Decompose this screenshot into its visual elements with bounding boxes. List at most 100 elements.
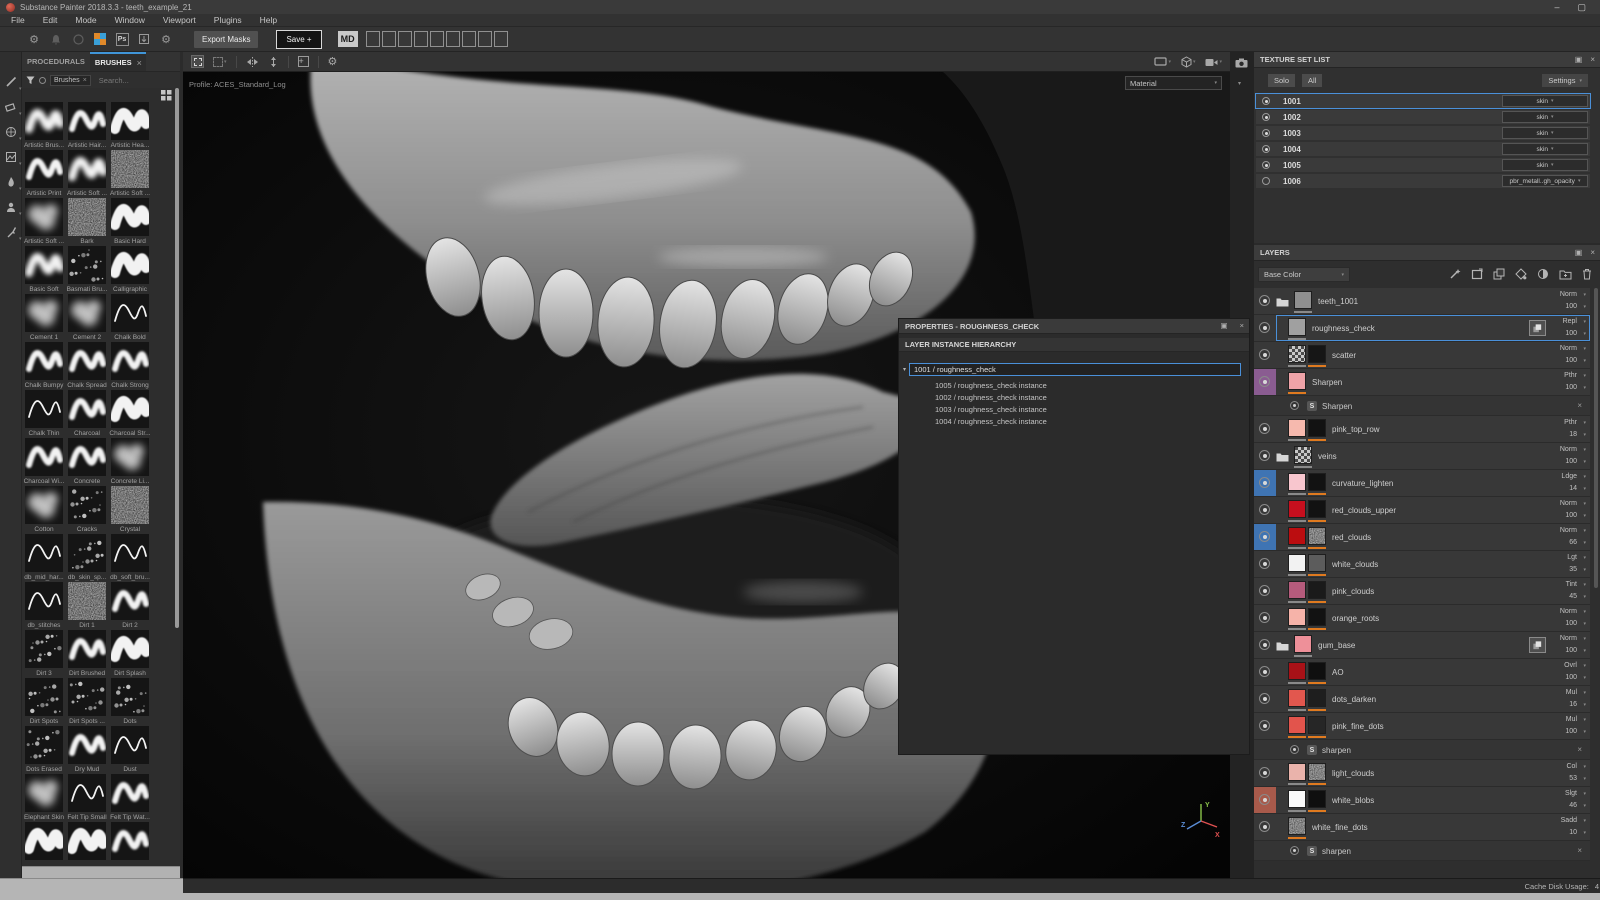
instance-row[interactable]: 1002 / roughness_check instance: [899, 391, 1249, 403]
brush-item[interactable]: db_skin_sp...: [68, 534, 106, 581]
blend-mode-dropdown[interactable]: Col: [1566, 763, 1577, 770]
instance-link-icon[interactable]: [1529, 637, 1546, 653]
layer-row[interactable]: white_fine_dots Sadd ▾ 10 ▾: [1254, 814, 1590, 841]
layer-row[interactable]: roughness_check Repl ▾ 100 ▾: [1254, 315, 1590, 342]
resources-icon[interactable]: [92, 31, 108, 47]
smudge-tool-icon[interactable]: ▾: [3, 174, 22, 192]
blend-mode-dropdown[interactable]: Mul: [1566, 689, 1577, 696]
opacity-value[interactable]: 14: [1569, 485, 1577, 492]
effect-visibility-toggle[interactable]: [1290, 846, 1299, 855]
panel-float-icon[interactable]: ▣: [1575, 55, 1583, 64]
blend-mode-dropdown[interactable]: Pthr: [1564, 419, 1577, 426]
brush-tool-icon[interactable]: ▾: [3, 74, 22, 92]
add-stamp-icon[interactable]: [1471, 268, 1483, 280]
material-picker-tool-icon[interactable]: ▾: [3, 224, 22, 242]
opacity-value[interactable]: 100: [1565, 728, 1577, 735]
settings-dropdown[interactable]: Settings ▾: [1542, 74, 1588, 87]
all-button[interactable]: All: [1302, 74, 1323, 87]
brush-item[interactable]: Chalk Thin: [25, 390, 63, 437]
layer-visibility-toggle[interactable]: [1259, 794, 1270, 805]
add-effect-wand-icon[interactable]: [1449, 268, 1461, 280]
material-slot[interactable]: [429, 31, 444, 47]
texture-set-active-radio[interactable]: [1262, 113, 1270, 121]
add-view-icon[interactable]: +: [297, 56, 309, 67]
material-slot[interactable]: [493, 31, 508, 47]
opacity-value[interactable]: 46: [1569, 802, 1577, 809]
clone-tool-icon[interactable]: ▾: [3, 199, 22, 217]
brush-item[interactable]: Charcoal Str...: [109, 390, 151, 437]
texture-set-active-radio[interactable]: [1262, 97, 1270, 105]
blend-mode-dropdown[interactable]: Repl: [1563, 318, 1577, 325]
texture-set-shader-dropdown[interactable]: skin ▾: [1502, 159, 1588, 171]
add-instance-icon[interactable]: [1493, 268, 1505, 280]
brush-item[interactable]: Cement 1: [25, 294, 63, 341]
layer-row[interactable]: orange_roots Norm ▾ 100 ▾: [1254, 605, 1590, 632]
blend-mode-dropdown[interactable]: Norm: [1560, 635, 1577, 642]
brush-item[interactable]: Artistic Soft ...: [24, 198, 64, 245]
layer-visibility-toggle[interactable]: [1259, 612, 1270, 623]
layers-scrollbar[interactable]: [1594, 288, 1598, 588]
menu-viewport[interactable]: Viewport: [154, 14, 205, 27]
close-icon[interactable]: ×: [1240, 321, 1244, 330]
brush-item[interactable]: Dirt Spots ...: [68, 678, 106, 725]
layer-visibility-toggle[interactable]: [1259, 349, 1270, 360]
export-masks-button[interactable]: Export Masks: [194, 30, 259, 48]
brush-item[interactable]: Artistic Hea...: [111, 102, 149, 149]
layer-row[interactable]: pink_fine_dots Mul ▾ 100 ▾: [1254, 713, 1590, 740]
opacity-value[interactable]: 35: [1569, 566, 1577, 573]
layer-visibility-toggle[interactable]: [1259, 821, 1270, 832]
instance-row[interactable]: 1004 / roughness_check instance: [899, 415, 1249, 427]
brush-item[interactable]: [111, 822, 149, 862]
texture-set-shader-dropdown[interactable]: skin ▾: [1502, 95, 1588, 107]
shelf-scrollbar[interactable]: [175, 88, 179, 628]
brush-item[interactable]: db_mid_har...: [24, 534, 64, 581]
texture-set-row[interactable]: 1003 skin ▾: [1256, 126, 1590, 140]
layer-visibility-toggle[interactable]: [1259, 767, 1270, 778]
material-slot[interactable]: [381, 31, 396, 47]
remove-effect-icon[interactable]: ×: [1577, 745, 1582, 754]
layer-visibility-toggle[interactable]: [1259, 693, 1270, 704]
projection-tool-icon[interactable]: ▾: [3, 124, 22, 142]
brush-item[interactable]: Chalk Spread: [67, 342, 107, 389]
opacity-value[interactable]: 100: [1565, 647, 1577, 654]
brush-item[interactable]: Cracks: [68, 486, 106, 533]
tab-close-icon[interactable]: ×: [136, 52, 146, 71]
blend-mode-dropdown[interactable]: Norm: [1560, 527, 1577, 534]
opacity-value[interactable]: 100: [1565, 384, 1577, 391]
blend-mode-dropdown[interactable]: Norm: [1560, 608, 1577, 615]
opacity-value[interactable]: 100: [1565, 330, 1577, 337]
texture-set-active-radio[interactable]: [1262, 161, 1270, 169]
marquee-select-icon[interactable]: [191, 55, 204, 68]
filter-chip-close-icon[interactable]: ×: [83, 77, 87, 84]
opacity-value[interactable]: 100: [1565, 620, 1577, 627]
effect-row[interactable]: S Sharpen ×: [1254, 396, 1590, 416]
brush-item[interactable]: Concrete Li...: [111, 438, 149, 485]
blend-mode-dropdown[interactable]: Norm: [1560, 345, 1577, 352]
layer-row[interactable]: light_clouds Col ▾ 53 ▾: [1254, 760, 1590, 787]
collapse-chevron-icon[interactable]: ▾: [1238, 80, 1241, 87]
instance-root-name[interactable]: 1001 / roughness_check: [909, 363, 1241, 376]
brush-item[interactable]: [68, 822, 106, 862]
close-icon[interactable]: ×: [1590, 55, 1595, 64]
opacity-value[interactable]: 100: [1565, 357, 1577, 364]
texture-set-active-radio[interactable]: [1262, 177, 1270, 185]
brush-item[interactable]: Dust: [111, 726, 149, 773]
layer-row[interactable]: dots_darken Mul ▾ 16 ▾: [1254, 686, 1590, 713]
opacity-value[interactable]: 66: [1569, 539, 1577, 546]
menu-file[interactable]: File: [2, 14, 34, 27]
instance-root-row[interactable]: ▾ 1001 / roughness_check: [903, 363, 1241, 376]
layer-row[interactable]: white_clouds Lgt ▾ 35 ▾: [1254, 551, 1590, 578]
layer-row[interactable]: scatter Norm ▾ 100 ▾: [1254, 342, 1590, 369]
layer-visibility-toggle[interactable]: [1259, 558, 1270, 569]
brush-item[interactable]: Dry Mud: [68, 726, 106, 773]
channel-filter-dropdown[interactable]: Base Color ▾: [1258, 267, 1350, 282]
brush-item[interactable]: [25, 822, 63, 862]
opacity-value[interactable]: 100: [1565, 512, 1577, 519]
layer-row[interactable]: teeth_1001 Norm ▾ 100 ▾: [1254, 288, 1590, 315]
texture-set-row[interactable]: 1006 pbr_metall..gh_opacity ▾: [1256, 174, 1590, 188]
delete-layer-icon[interactable]: [1582, 268, 1592, 280]
blend-mode-dropdown[interactable]: Pthr: [1564, 372, 1577, 379]
brush-item[interactable]: Dirt 3: [25, 630, 63, 677]
brush-item[interactable]: Chalk Bumpy: [25, 342, 63, 389]
blend-mode-dropdown[interactable]: Ldge: [1561, 473, 1577, 480]
